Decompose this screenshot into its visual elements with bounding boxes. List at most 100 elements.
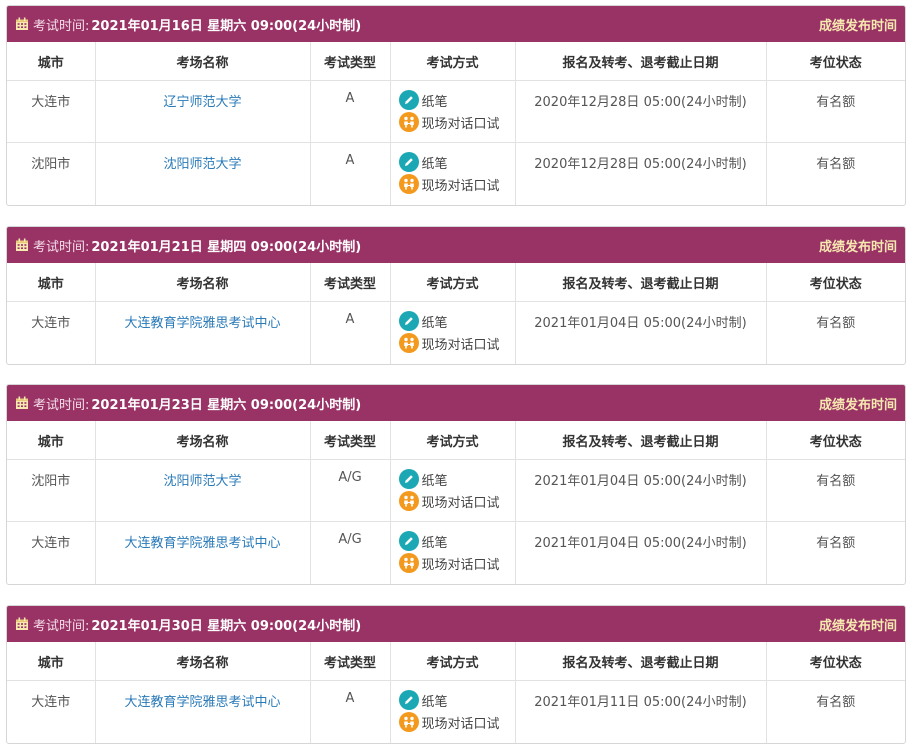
session-table: 城市 考场名称 考试类型 考试方式 报名及转考、退考截止日期 考位状态 大连市 … [7, 642, 905, 743]
venue-link[interactable]: 大连教育学院雅思考试中心 [95, 680, 311, 743]
table-row: 沈阳市 沈阳师范大学 A 纸笔 现场对话口试 2020年12月28日 05:00… [7, 142, 905, 205]
mode-cell: 纸笔 现场对话口试 [390, 521, 516, 584]
status-cell: 有名额 [816, 695, 856, 710]
pencil-icon [398, 90, 419, 110]
exam-date: 2021年01月30日 星期六 09:00(24小时制) [91, 618, 362, 634]
table-row: 大连市 辽宁师范大学 A 纸笔 现场对话口试 2020年12月28日 05:00… [7, 80, 905, 143]
type-cell: A [310, 301, 391, 364]
col-mode: 考试方式 [390, 263, 516, 302]
pencil-icon [398, 152, 419, 172]
exam-date: 2021年01月16日 星期六 09:00(24小时制) [91, 18, 362, 34]
col-status: 考位状态 [766, 421, 905, 460]
speaking-icon [398, 174, 419, 194]
mode-paper: 纸笔 [421, 535, 448, 551]
mode-paper: 纸笔 [421, 694, 448, 710]
mode-speaking: 现场对话口试 [421, 178, 500, 194]
pencil-icon [398, 311, 419, 331]
mode-speaking: 现场对话口试 [421, 495, 500, 511]
session-header: 考试时间: 2021年01月16日 星期六 09:00(24小时制) 成绩发布时… [7, 6, 905, 42]
table-header-row: 城市 考场名称 考试类型 考试方式 报名及转考、退考截止日期 考位状态 [7, 42, 905, 81]
mode-speaking: 现场对话口试 [421, 337, 500, 353]
exam-time-label: 考试时间: [33, 18, 90, 34]
mode-speaking: 现场对话口试 [421, 557, 500, 573]
session-table: 城市 考场名称 考试类型 考试方式 报名及转考、退考截止日期 考位状态 大连市 … [7, 263, 905, 364]
city-cell: 沈阳市 [7, 459, 96, 522]
venue-link[interactable]: 沈阳师范大学 [95, 142, 311, 205]
mode-cell: 纸笔 现场对话口试 [390, 301, 516, 364]
session-panel: 考试时间: 2021年01月21日 星期四 09:00(24小时制) 成绩发布时… [6, 226, 906, 365]
mode-paper: 纸笔 [421, 315, 448, 331]
mode-paper: 纸笔 [421, 156, 448, 172]
col-status: 考位状态 [766, 642, 905, 681]
status-cell: 有名额 [816, 157, 856, 172]
type-cell: A/G [310, 521, 391, 584]
speaking-icon [398, 112, 419, 132]
mode-cell: 纸笔 现场对话口试 [390, 459, 516, 522]
pencil-icon [398, 531, 419, 551]
col-city: 城市 [7, 42, 96, 81]
status-cell: 有名额 [816, 536, 856, 551]
exam-time-label: 考试时间: [33, 618, 90, 634]
venue-link[interactable]: 沈阳师范大学 [95, 459, 311, 522]
col-city: 城市 [7, 421, 96, 460]
col-type: 考试类型 [310, 263, 391, 302]
col-type: 考试类型 [310, 421, 391, 460]
table-row: 大连市 大连教育学院雅思考试中心 A 纸笔 现场对话口试 2021年01月11日… [7, 680, 905, 743]
deadline-cell: 2021年01月04日 05:00(24小时制) [515, 301, 767, 364]
city-cell: 大连市 [7, 80, 96, 143]
mode-cell: 纸笔 现场对话口试 [390, 680, 516, 743]
col-deadline: 报名及转考、退考截止日期 [515, 421, 767, 460]
venue-link[interactable]: 辽宁师范大学 [95, 80, 311, 143]
session-panel: 考试时间: 2021年01月23日 星期六 09:00(24小时制) 成绩发布时… [6, 384, 906, 585]
exam-date: 2021年01月23日 星期六 09:00(24小时制) [91, 397, 362, 413]
city-cell: 大连市 [7, 301, 96, 364]
calendar-icon [16, 617, 28, 630]
col-status: 考位状态 [766, 263, 905, 302]
result-release-link[interactable]: 成绩发布时间 [819, 15, 897, 34]
col-deadline: 报名及转考、退考截止日期 [515, 642, 767, 681]
result-release-link[interactable]: 成绩发布时间 [819, 394, 897, 413]
deadline-cell: 2021年01月04日 05:00(24小时制) [515, 459, 767, 522]
status-cell: 有名额 [766, 459, 905, 522]
col-mode: 考试方式 [390, 421, 516, 460]
col-venue: 考场名称 [95, 263, 311, 302]
status-cell: 有名额 [766, 80, 905, 143]
city-cell: 大连市 [7, 680, 96, 743]
session-header: 考试时间: 2021年01月23日 星期六 09:00(24小时制) 成绩发布时… [7, 385, 905, 421]
table-header-row: 城市 考场名称 考试类型 考试方式 报名及转考、退考截止日期 考位状态 [7, 421, 905, 460]
col-deadline: 报名及转考、退考截止日期 [515, 42, 767, 81]
type-cell: A/G [310, 459, 391, 522]
col-status: 考位状态 [766, 42, 905, 81]
calendar-icon [16, 17, 28, 30]
venue-link[interactable]: 大连教育学院雅思考试中心 [95, 301, 311, 364]
venue-link[interactable]: 大连教育学院雅思考试中心 [95, 521, 311, 584]
col-venue: 考场名称 [95, 642, 311, 681]
result-release-link[interactable]: 成绩发布时间 [819, 615, 897, 634]
table-header-row: 城市 考场名称 考试类型 考试方式 报名及转考、退考截止日期 考位状态 [7, 263, 905, 302]
deadline-cell: 2021年01月11日 05:00(24小时制) [515, 680, 767, 743]
session-panel: 考试时间: 2021年01月30日 星期六 09:00(24小时制) 成绩发布时… [6, 605, 906, 744]
pencil-icon [398, 690, 419, 710]
status-cell: 有名额 [816, 316, 856, 331]
session-header: 考试时间: 2021年01月21日 星期四 09:00(24小时制) 成绩发布时… [7, 227, 905, 263]
mode-paper: 纸笔 [421, 94, 448, 110]
deadline-cell: 2020年12月28日 05:00(24小时制) [515, 142, 767, 205]
calendar-icon [16, 396, 28, 409]
deadline-cell: 2020年12月28日 05:00(24小时制) [515, 80, 767, 143]
mode-paper: 纸笔 [421, 473, 448, 489]
session-table: 城市 考场名称 考试类型 考试方式 报名及转考、退考截止日期 考位状态 沈阳市 … [7, 421, 905, 584]
result-release-link[interactable]: 成绩发布时间 [819, 236, 897, 255]
col-venue: 考场名称 [95, 42, 311, 81]
col-city: 城市 [7, 263, 96, 302]
col-type: 考试类型 [310, 642, 391, 681]
table-row: 大连市 大连教育学院雅思考试中心 A/G 纸笔 现场对话口试 2021年01月0… [7, 521, 905, 584]
col-deadline: 报名及转考、退考截止日期 [515, 263, 767, 302]
calendar-icon [16, 238, 28, 251]
table-header-row: 城市 考场名称 考试类型 考试方式 报名及转考、退考截止日期 考位状态 [7, 642, 905, 681]
city-cell: 大连市 [7, 521, 96, 584]
type-cell: A [310, 80, 391, 143]
exam-date: 2021年01月21日 星期四 09:00(24小时制) [91, 239, 362, 255]
table-row: 大连市 大连教育学院雅思考试中心 A 纸笔 现场对话口试 2021年01月04日… [7, 301, 905, 364]
exam-time-label: 考试时间: [33, 397, 90, 413]
speaking-icon [398, 333, 419, 353]
